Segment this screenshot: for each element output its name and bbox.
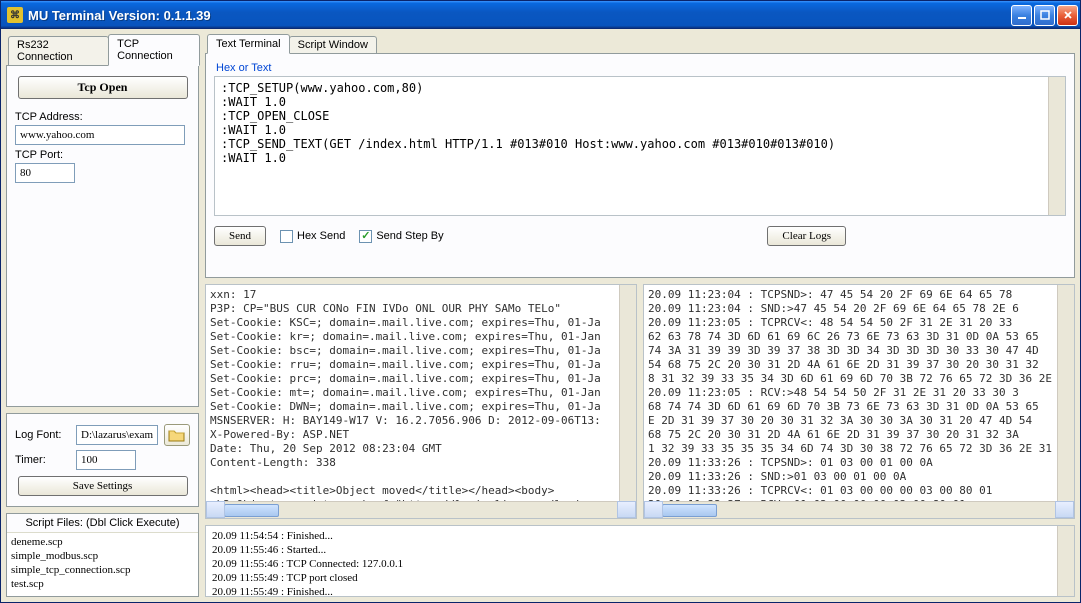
script-files-panel: Script Files: (Dbl Click Execute) deneme… [6, 513, 199, 597]
checkbox-icon [359, 230, 372, 243]
maximize-button[interactable] [1034, 5, 1055, 26]
left-log-pane[interactable]: xxn: 17 P3P: CP="BUS CUR CONo FIN IVDo O… [205, 284, 637, 519]
hex-send-checkbox[interactable]: Hex Send [280, 230, 345, 243]
checkbox-icon [280, 230, 293, 243]
scrollbar-thumb[interactable] [224, 504, 279, 517]
script-files-list[interactable]: deneme.scpsimple_modbus.scpsimple_tcp_co… [7, 533, 198, 596]
app-window: ⌘ MU Terminal Version: 0.1.1.39 Rs232 Co… [0, 0, 1081, 603]
scrollbar-thumb[interactable] [662, 504, 717, 517]
send-button[interactable]: Send [214, 226, 266, 246]
status-line: 20.09 11:54:54 : Finished... [212, 529, 1068, 543]
send-controls: Send Hex Send Send Step By Clear Logs [214, 226, 1066, 246]
settings-panel: Log Font: Timer: Save Settings [6, 413, 199, 507]
clear-logs-button[interactable]: Clear Logs [767, 226, 846, 246]
tcp-port-input[interactable] [15, 163, 75, 183]
hex-send-label: Hex Send [297, 230, 345, 242]
scrollbar-horizontal[interactable] [644, 501, 1074, 518]
window-title: MU Terminal Version: 0.1.1.39 [28, 8, 1011, 23]
tab-script-window[interactable]: Script Window [289, 36, 377, 53]
send-step-by-checkbox[interactable]: Send Step By [359, 230, 443, 243]
script-files-header: Script Files: (Dbl Click Execute) [7, 514, 198, 533]
script-file-item[interactable]: simple_tcp_connection.scp [11, 563, 194, 577]
scrollbar-horizontal[interactable] [206, 501, 636, 518]
status-line: 20.09 11:55:49 : TCP port closed [212, 571, 1068, 585]
tab-text-terminal[interactable]: Text Terminal [207, 34, 290, 54]
scrollbar-vertical[interactable] [1048, 77, 1065, 215]
scrollbar-vertical[interactable] [1057, 526, 1074, 596]
script-file-item[interactable]: test.scp [11, 577, 194, 591]
status-line: 20.09 11:55:46 : Started... [212, 543, 1068, 557]
tcp-open-button[interactable]: Tcp Open [18, 76, 188, 99]
minimize-button[interactable] [1011, 5, 1032, 26]
script-file-item[interactable]: deneme.scp [11, 535, 194, 549]
status-line: 20.09 11:55:46 : TCP Connected: 127.0.0.… [212, 557, 1068, 571]
tcp-address-input[interactable] [15, 125, 185, 145]
scrollbar-vertical[interactable] [1057, 285, 1074, 501]
log-font-label: Log Font: [15, 429, 70, 441]
timer-row: Timer: [15, 450, 190, 470]
status-line: 20.09 11:55:49 : Finished... [212, 585, 1068, 597]
close-button[interactable] [1057, 5, 1078, 26]
scrollbar-vertical[interactable] [619, 285, 636, 501]
text-terminal-panel: Hex or Text :TCP_SETUP(www.yahoo.com,80)… [205, 53, 1075, 278]
folder-icon [168, 428, 186, 442]
tcp-port-label: TCP Port: [15, 149, 190, 161]
left-log-text: xxn: 17 P3P: CP="BUS CUR CONo FIN IVDo O… [206, 285, 636, 501]
left-tabs: Rs232 Connection TCP Connection [8, 34, 199, 65]
log-split: xxn: 17 P3P: CP="BUS CUR CONo FIN IVDo O… [205, 284, 1075, 519]
right-panel: Text Terminal Script Window Hex or Text … [205, 34, 1075, 597]
tab-rs232[interactable]: Rs232 Connection [8, 36, 109, 65]
right-log-pane[interactable]: 20.09 11:23:04 : TCPSND>: 47 45 54 20 2F… [643, 284, 1075, 519]
log-font-row: Log Font: [15, 424, 190, 446]
app-icon: ⌘ [7, 7, 23, 23]
connection-panel: Tcp Open TCP Address: TCP Port: [6, 65, 199, 407]
tcp-address-label: TCP Address: [15, 111, 190, 123]
window-controls [1011, 5, 1078, 26]
status-log[interactable]: 20.09 11:54:54 : Finished...20.09 11:55:… [205, 525, 1075, 597]
right-tabs: Text Terminal Script Window [207, 34, 1075, 53]
script-file-item[interactable]: simple_modbus.scp [11, 549, 194, 563]
command-text: :TCP_SETUP(www.yahoo.com,80) :WAIT 1.0 :… [221, 81, 1059, 165]
titlebar: ⌘ MU Terminal Version: 0.1.1.39 [1, 1, 1080, 29]
command-textarea[interactable]: :TCP_SETUP(www.yahoo.com,80) :WAIT 1.0 :… [214, 76, 1066, 216]
hex-or-text-label: Hex or Text [216, 62, 1066, 74]
right-log-text: 20.09 11:23:04 : TCPSND>: 47 45 54 20 2F… [644, 285, 1074, 501]
log-font-input[interactable] [76, 425, 158, 445]
client-area: Rs232 Connection TCP Connection Tcp Open… [1, 29, 1080, 602]
tab-tcp[interactable]: TCP Connection [108, 34, 200, 66]
lower-area: xxn: 17 P3P: CP="BUS CUR CONo FIN IVDo O… [205, 278, 1075, 597]
timer-input[interactable] [76, 450, 136, 470]
send-step-by-label: Send Step By [376, 230, 443, 242]
save-settings-button[interactable]: Save Settings [18, 476, 188, 496]
timer-label: Timer: [15, 454, 70, 466]
left-panel: Rs232 Connection TCP Connection Tcp Open… [6, 34, 199, 597]
browse-folder-button[interactable] [164, 424, 190, 446]
